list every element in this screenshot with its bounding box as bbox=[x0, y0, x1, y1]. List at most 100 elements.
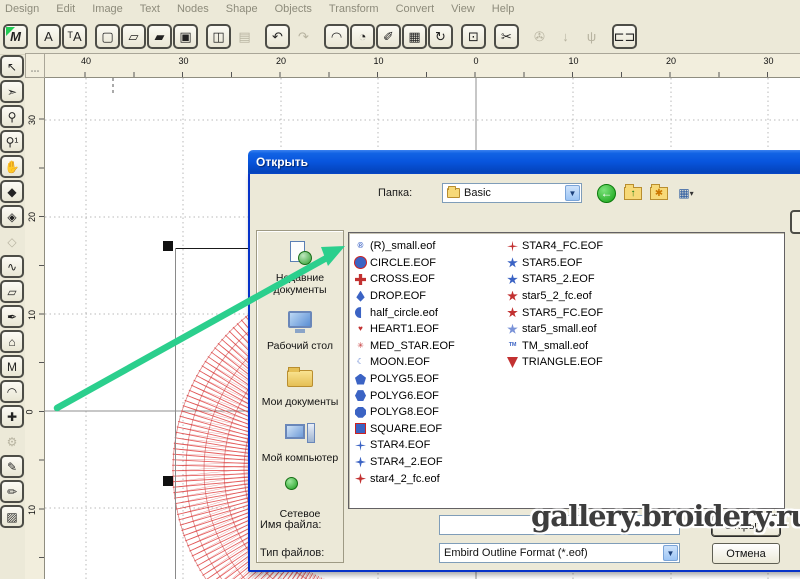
tool-button[interactable]: ✏ bbox=[0, 480, 24, 503]
file-item[interactable]: POLYG8.EOF bbox=[355, 404, 507, 421]
tool-button[interactable]: ✚ bbox=[0, 405, 24, 428]
menu-item[interactable]: Help bbox=[492, 3, 515, 15]
menu-item[interactable]: Convert bbox=[396, 3, 435, 15]
toolbar-button[interactable]: ▱ bbox=[121, 24, 146, 49]
toolbar-button[interactable]: ▦ bbox=[402, 24, 427, 49]
chevron-down-icon[interactable]: ▼ bbox=[565, 185, 580, 201]
chevron-down-icon[interactable]: ▼ bbox=[663, 545, 678, 561]
toolbar-button-icon: ✇ bbox=[534, 30, 545, 43]
file-item[interactable]: STAR5_FC.EOF bbox=[507, 304, 603, 321]
new-folder-icon[interactable]: ✱ bbox=[650, 187, 668, 200]
file-item[interactable]: star5_2_fc.eof bbox=[507, 288, 603, 305]
toolbar-button[interactable]: ↻ bbox=[428, 24, 453, 49]
tool-button[interactable]: ▱ bbox=[0, 280, 24, 303]
tool-button[interactable]: ⚙ bbox=[0, 430, 24, 453]
tool-button[interactable]: ◆ bbox=[0, 180, 24, 203]
file-item[interactable]: ® (R)_small.eof bbox=[355, 238, 507, 255]
toolbar-button[interactable]: ▣ bbox=[173, 24, 198, 49]
file-item[interactable]: STAR4_FC.EOF bbox=[507, 238, 603, 255]
file-item[interactable]: ✳ MED_STAR.EOF bbox=[355, 338, 507, 355]
toolbar-button[interactable]: ▢ bbox=[95, 24, 120, 49]
toolbar-button[interactable]: A bbox=[36, 24, 61, 49]
place-item[interactable]: Сетевое bbox=[258, 477, 342, 520]
tool-button[interactable]: ⌂ bbox=[0, 330, 24, 353]
tool-button[interactable]: ↖ bbox=[0, 55, 24, 78]
toolbar-button[interactable]: ⊏⊐ bbox=[612, 24, 637, 49]
file-item[interactable]: STAR4_2.EOF bbox=[355, 454, 507, 471]
menu-item[interactable]: View bbox=[451, 3, 475, 15]
tool-button[interactable]: ▨ bbox=[0, 505, 24, 528]
tool-button[interactable]: ∿ bbox=[0, 255, 24, 278]
tool-button[interactable]: ✋ bbox=[0, 155, 24, 178]
file-item[interactable]: CROSS.EOF bbox=[355, 271, 507, 288]
file-item[interactable]: half_circle.eof bbox=[355, 304, 507, 321]
toolbar-button[interactable]: ◔ bbox=[350, 24, 375, 49]
toolbar-button[interactable]: ✂ bbox=[494, 24, 519, 49]
views-menu-icon[interactable]: ▦▾ bbox=[676, 183, 696, 203]
filetype-combobox[interactable]: Embird Outline Format (*.eof) ▼ bbox=[439, 543, 680, 563]
toolbar-button-icon: ✂ bbox=[501, 30, 512, 43]
cancel-button[interactable]: Отмена bbox=[712, 543, 780, 564]
file-item[interactable]: TRIANGLE.EOF bbox=[507, 354, 603, 371]
back-icon[interactable]: ← bbox=[597, 184, 616, 203]
dialog-title-bar[interactable]: Открыть bbox=[248, 150, 800, 174]
file-item[interactable]: STAR5_2.EOF bbox=[507, 271, 603, 288]
tool-button[interactable]: ⚲¹ bbox=[0, 130, 24, 153]
toolbar-button[interactable]: ✐ bbox=[376, 24, 401, 49]
menu-item[interactable]: Image bbox=[92, 3, 123, 15]
toolbar-button[interactable]: ↷ bbox=[291, 24, 316, 49]
place-item[interactable]: Недавние документы bbox=[258, 241, 342, 296]
place-item[interactable]: Рабочий стол bbox=[258, 309, 342, 352]
file-item[interactable]: SQUARE.EOF bbox=[355, 421, 507, 438]
menu-item[interactable]: Text bbox=[140, 3, 160, 15]
menu-item[interactable]: Shape bbox=[226, 3, 258, 15]
toolbar-button[interactable]: M bbox=[3, 24, 28, 49]
place-item[interactable]: Мой компьютер bbox=[258, 421, 342, 464]
toolbar-button[interactable]: ✇ bbox=[527, 24, 552, 49]
menu-item[interactable]: Objects bbox=[275, 3, 312, 15]
toolbar-button[interactable]: ↶ bbox=[265, 24, 290, 49]
toolbar-button[interactable]: ◠ bbox=[324, 24, 349, 49]
tool-button[interactable]: M bbox=[0, 355, 24, 378]
file-item[interactable]: ☾ MOON.EOF bbox=[355, 354, 507, 371]
file-item[interactable]: ᵀᴹ TM_small.eof bbox=[507, 338, 603, 355]
tool-button[interactable]: ⚲ bbox=[0, 105, 24, 128]
selection-handle[interactable] bbox=[163, 241, 173, 251]
menu-item[interactable]: Nodes bbox=[177, 3, 209, 15]
file-item[interactable]: CIRCLE.EOF bbox=[355, 255, 507, 272]
clipped-button[interactable] bbox=[790, 210, 800, 234]
up-one-level-icon[interactable]: ↑ bbox=[624, 187, 642, 200]
menu-item[interactable]: Transform bbox=[329, 3, 379, 15]
tool-button[interactable]: ◈ bbox=[0, 205, 24, 228]
toolbar-button[interactable]: ▤ bbox=[232, 24, 257, 49]
file-item[interactable]: star5_small.eof bbox=[507, 321, 603, 338]
folder-combobox[interactable]: Basic ▼ bbox=[442, 183, 582, 203]
file-item[interactable]: POLYG5.EOF bbox=[355, 371, 507, 388]
file-list[interactable]: ® (R)_small.eof CIRCLE.EOF CROSS.EOF DRO… bbox=[348, 232, 785, 509]
menu-item[interactable]: Design bbox=[5, 3, 39, 15]
file-item[interactable]: star4_2_fc.eof bbox=[355, 470, 507, 487]
file-item[interactable]: DROP.EOF bbox=[355, 288, 507, 305]
toolbar-button[interactable]: ↓ bbox=[553, 24, 578, 49]
file-name: star4_2_fc.eof bbox=[370, 473, 440, 485]
toolbar-button[interactable]: ◫ bbox=[206, 24, 231, 49]
file-item[interactable]: STAR4.EOF bbox=[355, 437, 507, 454]
tool-button[interactable]: ✒ bbox=[0, 305, 24, 328]
file-name: POLYG5.EOF bbox=[370, 373, 439, 385]
dialog-title: Открыть bbox=[256, 155, 308, 169]
file-item[interactable]: STAR5.EOF bbox=[507, 255, 603, 272]
place-item[interactable]: Мои документы bbox=[258, 365, 342, 408]
file-item[interactable]: ♥ HEART1.EOF bbox=[355, 321, 507, 338]
toolbar-button[interactable]: ᵀA bbox=[62, 24, 87, 49]
toolbar-button[interactable]: ⊡ bbox=[461, 24, 486, 49]
tool-button[interactable]: ◠ bbox=[0, 380, 24, 403]
tool-button[interactable]: ➣ bbox=[0, 80, 24, 103]
tool-button[interactable]: ◇ bbox=[0, 230, 24, 253]
toolbar-button[interactable]: ▰ bbox=[147, 24, 172, 49]
menu-item[interactable]: Edit bbox=[56, 3, 75, 15]
toolbar-button[interactable]: ψ bbox=[579, 24, 604, 49]
filetype-row: Тип файлов: Embird Outline Format (*.eof… bbox=[250, 543, 800, 565]
tool-button[interactable]: ✎ bbox=[0, 455, 24, 478]
file-item[interactable]: POLYG6.EOF bbox=[355, 387, 507, 404]
selection-handle[interactable] bbox=[163, 476, 173, 486]
